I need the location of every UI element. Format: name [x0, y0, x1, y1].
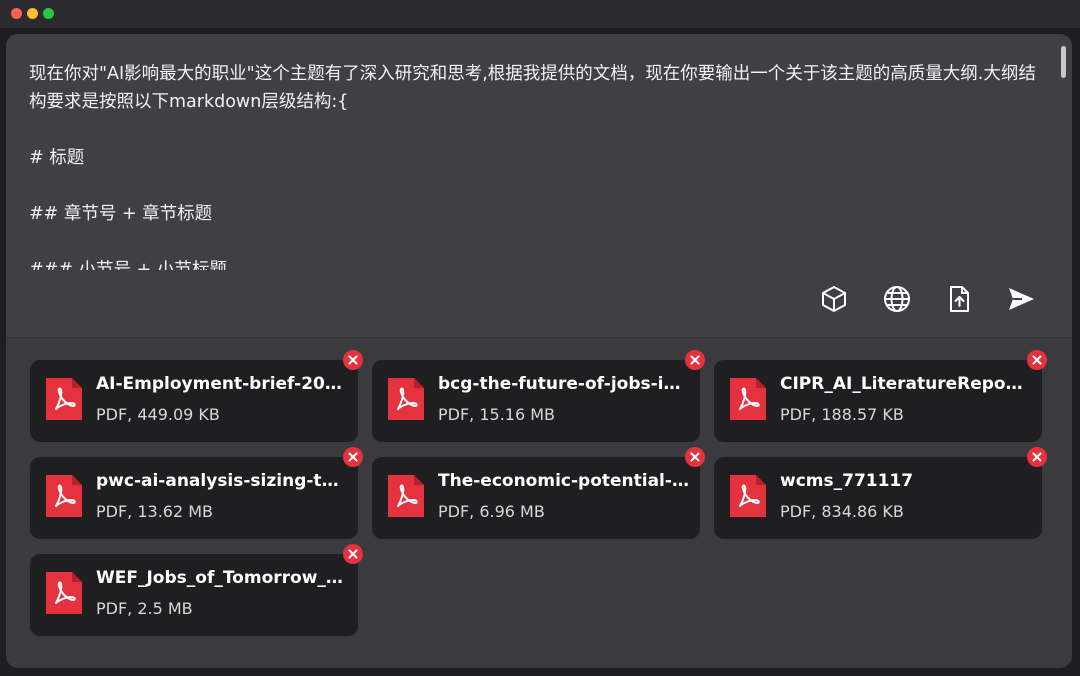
prompt-scrollbar[interactable] — [1061, 46, 1066, 78]
pdf-icon — [46, 475, 82, 517]
pdf-icon — [388, 378, 424, 420]
file-meta: PDF, 15.16 MB — [438, 405, 556, 424]
close-icon — [1032, 452, 1042, 462]
send-icon[interactable] — [1006, 284, 1036, 314]
cube-icon[interactable] — [819, 284, 849, 314]
file-card[interactable]: CIPR_AI_LiteratureRepository PDF, 188.57… — [714, 360, 1042, 442]
window-minimize-button[interactable] — [27, 8, 38, 19]
pdf-icon — [730, 475, 766, 517]
file-meta: PDF, 2.5 MB — [96, 599, 193, 618]
remove-file-button[interactable] — [1027, 447, 1047, 467]
close-icon — [348, 355, 358, 365]
remove-file-button[interactable] — [343, 350, 363, 370]
close-icon — [348, 549, 358, 559]
file-name: AI-Employment-brief-2021 — [96, 374, 348, 394]
close-icon — [348, 452, 358, 462]
file-card[interactable]: wcms_771117 PDF, 834.86 KB — [714, 457, 1042, 539]
globe-icon[interactable] — [882, 284, 912, 314]
window-close-button[interactable] — [11, 8, 22, 19]
window-titlebar — [0, 0, 1080, 28]
pdf-icon — [46, 572, 82, 614]
prompt-area: 现在你对"AI影响最大的职业"这个主题有了深入研究和思考,根据我提供的文档，现在… — [6, 34, 1072, 337]
file-name: WEF_Jobs_of_Tomorrow_Ge... — [96, 568, 348, 588]
divider — [6, 337, 1072, 338]
window-maximize-button[interactable] — [43, 8, 54, 19]
chat-input-panel: 现在你对"AI影响最大的职业"这个主题有了深入研究和思考,根据我提供的文档，现在… — [6, 34, 1072, 668]
remove-file-button[interactable] — [685, 350, 705, 370]
file-name: pwc-ai-analysis-sizing-the-... — [96, 471, 348, 491]
file-card[interactable]: AI-Employment-brief-2021 PDF, 449.09 KB — [30, 360, 358, 442]
upload-file-icon[interactable] — [944, 284, 974, 314]
close-icon — [690, 355, 700, 365]
remove-file-button[interactable] — [343, 544, 363, 564]
file-meta: PDF, 188.57 KB — [780, 405, 904, 424]
file-meta: PDF, 449.09 KB — [96, 405, 220, 424]
file-name: The-economic-potential-of... — [438, 471, 690, 491]
pdf-icon — [46, 378, 82, 420]
file-card[interactable]: WEF_Jobs_of_Tomorrow_Ge... PDF, 2.5 MB — [30, 554, 358, 636]
file-meta: PDF, 13.62 MB — [96, 502, 214, 521]
file-card[interactable]: The-economic-potential-of... PDF, 6.96 M… — [372, 457, 700, 539]
file-meta: PDF, 6.96 MB — [438, 502, 545, 521]
file-card[interactable]: pwc-ai-analysis-sizing-the-... PDF, 13.6… — [30, 457, 358, 539]
close-icon — [1032, 355, 1042, 365]
close-icon — [690, 452, 700, 462]
remove-file-button[interactable] — [1027, 350, 1047, 370]
prompt-textarea[interactable]: 现在你对"AI影响最大的职业"这个主题有了深入研究和思考,根据我提供的文档，现在… — [29, 60, 1039, 270]
file-name: wcms_771117 — [780, 471, 914, 491]
remove-file-button[interactable] — [685, 447, 705, 467]
file-name: CIPR_AI_LiteratureRepository — [780, 374, 1032, 394]
file-name: bcg-the-future-of-jobs-in-t... — [438, 374, 690, 394]
file-card[interactable]: bcg-the-future-of-jobs-in-t... PDF, 15.1… — [372, 360, 700, 442]
pdf-icon — [730, 378, 766, 420]
pdf-icon — [388, 475, 424, 517]
remove-file-button[interactable] — [343, 447, 363, 467]
file-meta: PDF, 834.86 KB — [780, 502, 904, 521]
